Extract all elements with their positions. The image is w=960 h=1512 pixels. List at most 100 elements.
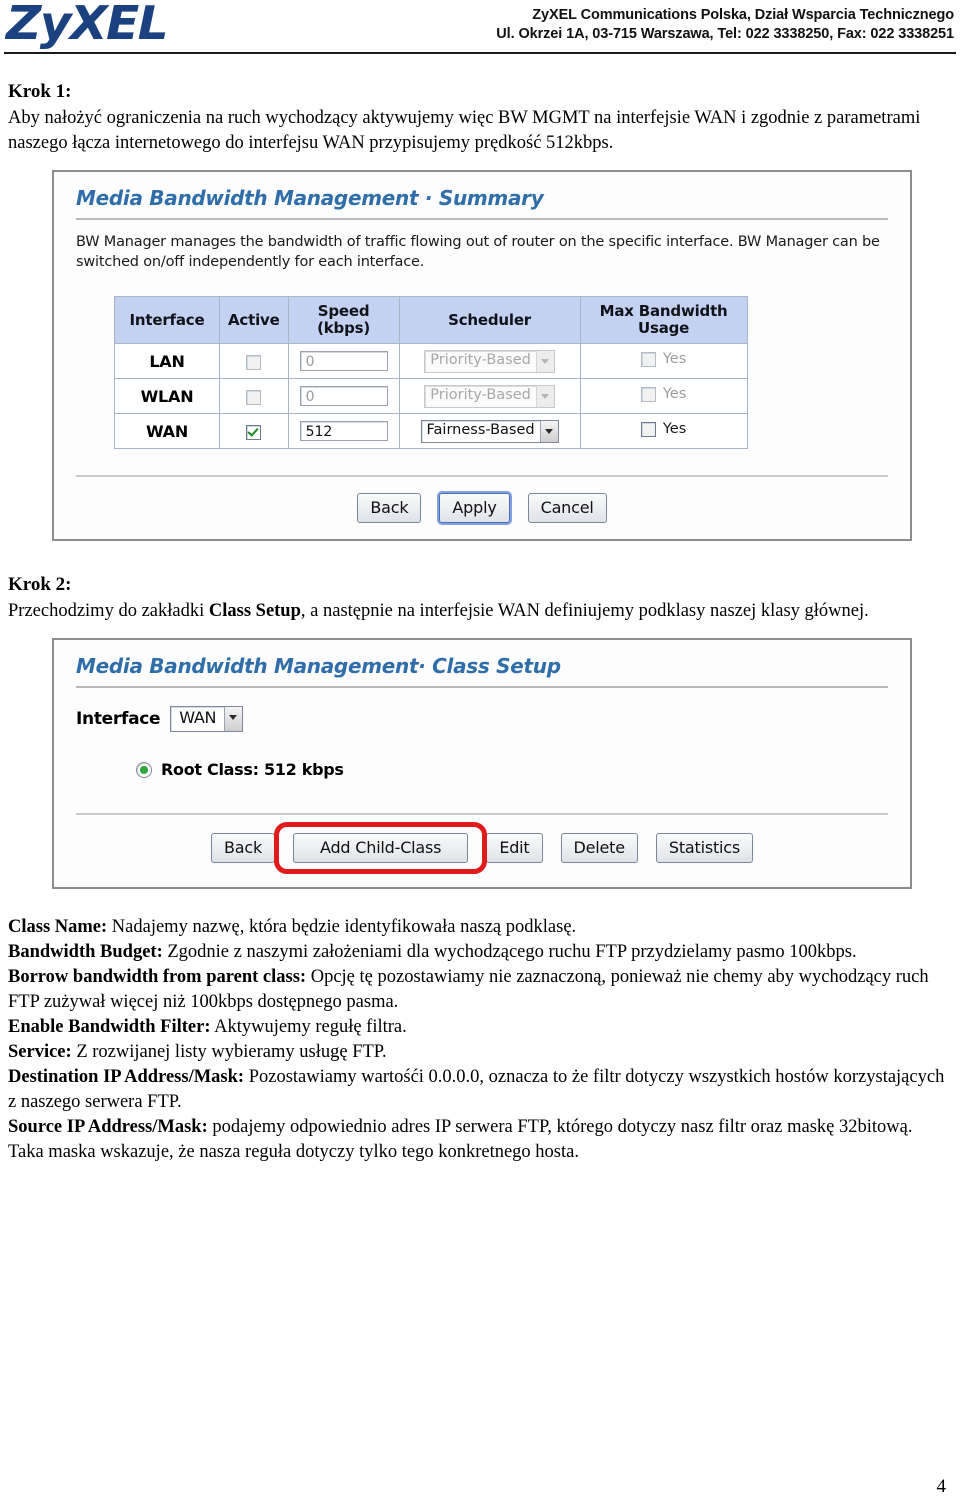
step-1-body: Aby nałożyć ograniczenia na ruch wychodz… — [8, 108, 921, 153]
letterhead: ZyXEL ZyXEL Communications Polska, Dział… — [0, 0, 960, 56]
chevron-down-icon — [539, 420, 558, 442]
summary-description: BW Manager manages the bandwidth of traf… — [76, 234, 880, 270]
header-divider — [4, 52, 956, 54]
max-bandwidth-yes-wan[interactable]: Yes — [640, 421, 687, 438]
row-interface-wlan: WLAN — [114, 378, 220, 414]
definition-destination-ip: Destination IP Address/Mask: Pozostawiam… — [8, 1065, 952, 1115]
speed-input-wan[interactable]: 512 — [299, 421, 388, 441]
delete-button[interactable]: Delete — [560, 833, 638, 863]
interface-row: Interface WAN — [76, 706, 888, 732]
max-bandwidth-yes-wlan[interactable]: Yes — [640, 386, 687, 403]
step-2-heading: Krok 2: — [8, 574, 72, 595]
max-bandwidth-label-lan: Yes — [662, 351, 687, 368]
definition-enable-bandwidth-filter: Enable Bandwidth Filter: Aktywujemy regu… — [8, 1015, 952, 1040]
summary-title-divider — [76, 218, 888, 220]
bandwidth-table-header-row: Interface Active Speed (kbps) Scheduler … — [114, 296, 748, 344]
class-setup-button-row: Back Add Child-Class Edit Delete Statist… — [76, 822, 888, 874]
scheduler-value-wlan: Priority-Based — [430, 386, 531, 403]
header-scheduler: Scheduler — [398, 296, 581, 344]
summary-title: Media Bandwidth Management · Summary — [76, 186, 544, 210]
header-speed: Speed (kbps) — [287, 296, 400, 344]
summary-button-row: Back Apply Cancel — [76, 493, 888, 523]
cell-speed-wlan[interactable]: 0 — [287, 378, 400, 414]
company-name-line: ZyXEL Communications Polska, Dział Wspar… — [532, 7, 954, 23]
definition-term: Destination IP Address/Mask: — [8, 1067, 245, 1087]
interface-select-value: WAN — [179, 708, 217, 727]
row-interface-lan: LAN — [114, 343, 220, 379]
definition-text: Z rozwijanej listy wybieramy usługę FTP. — [71, 1042, 387, 1062]
cell-active-lan[interactable] — [219, 343, 289, 379]
scheduler-select-lan[interactable]: Priority-Based — [424, 349, 555, 373]
definition-term: Bandwidth Budget: — [8, 942, 163, 962]
class-setup-title-divider — [76, 686, 888, 688]
definition-text: Aktywujemy regułę filtra. — [210, 1017, 407, 1037]
cell-active-wlan[interactable] — [219, 378, 289, 414]
chevron-down-icon — [535, 385, 554, 407]
speed-input-lan[interactable]: 0 — [299, 351, 388, 371]
table-row: WAN 512 Fairness-Based Yes — [114, 413, 748, 449]
definition-text: Zgodnie z naszymi założeniami dla wychod… — [162, 942, 857, 962]
header-max-bandwidth-usage: Max Bandwidth Usage — [579, 296, 748, 344]
chevron-down-icon — [535, 350, 554, 372]
company-address-block: ZyXEL Communications Polska, Dział Wspar… — [496, 6, 954, 44]
zyxel-logo: ZyXEL — [6, 0, 169, 50]
max-bandwidth-label-wan: Yes — [662, 421, 687, 438]
definition-service: Service: Z rozwijanej listy wybieramy us… — [8, 1040, 952, 1065]
definition-source-ip: Source IP Address/Mask: podajemy odpowie… — [8, 1115, 952, 1165]
chevron-down-icon — [224, 707, 243, 731]
back-button[interactable]: Back — [210, 833, 276, 863]
statistics-button[interactable]: Statistics — [655, 833, 754, 863]
definitions-list: Class Name: Nadajemy nazwę, która będzie… — [8, 915, 952, 1165]
scheduler-value-lan: Priority-Based — [430, 351, 531, 368]
cell-scheduler-wan[interactable]: Fairness-Based — [398, 413, 581, 449]
table-row: LAN 0 Priority-Based Yes — [114, 343, 748, 379]
cancel-button[interactable]: Cancel — [527, 493, 607, 523]
page-number: 4 — [936, 1476, 947, 1497]
back-button[interactable]: Back — [357, 493, 422, 523]
interface-select[interactable]: WAN — [170, 706, 244, 732]
cell-max-bandwidth-wlan[interactable]: Yes — [579, 378, 748, 414]
summary-footer-divider — [76, 475, 888, 477]
scheduler-select-wlan[interactable]: Priority-Based — [424, 384, 555, 408]
max-bandwidth-checkbox-wlan[interactable] — [640, 386, 656, 402]
cell-scheduler-lan[interactable]: Priority-Based — [398, 343, 581, 379]
max-bandwidth-yes-lan[interactable]: Yes — [640, 351, 687, 368]
max-bandwidth-checkbox-lan[interactable] — [640, 351, 656, 367]
definition-bandwidth-budget: Bandwidth Budget: Zgodnie z naszymi zało… — [8, 940, 952, 965]
max-bandwidth-checkbox-wan[interactable] — [640, 421, 656, 437]
step-1-heading: Krok 1: — [8, 81, 72, 102]
apply-button[interactable]: Apply — [439, 493, 510, 523]
step-2-body-part2: , a następnie na interfejsie WAN definiu… — [300, 601, 869, 621]
cell-max-bandwidth-lan[interactable]: Yes — [579, 343, 748, 379]
class-setup-title: Media Bandwidth Management· Class Setup — [76, 654, 561, 678]
speed-input-wlan[interactable]: 0 — [299, 386, 388, 406]
definition-text: Nadajemy nazwę, która będzie identyfikow… — [107, 917, 577, 937]
scheduler-select-wan[interactable]: Fairness-Based — [420, 419, 559, 443]
definition-class-name: Class Name: Nadajemy nazwę, która będzie… — [8, 915, 952, 940]
definition-borrow-bandwidth: Borrow bandwidth from parent class: Opcj… — [8, 965, 952, 1015]
edit-button[interactable]: Edit — [486, 833, 543, 863]
cell-scheduler-wlan[interactable]: Priority-Based — [398, 378, 581, 414]
cell-active-wan[interactable] — [219, 413, 289, 449]
root-class-label: Root Class: 512 kbps — [161, 760, 344, 779]
root-class-row[interactable]: Root Class: 512 kbps — [136, 760, 888, 779]
root-class-radio[interactable] — [136, 761, 152, 778]
active-checkbox-wan[interactable] — [246, 424, 262, 440]
definition-term: Enable Bandwidth Filter: — [8, 1017, 211, 1037]
definition-term: Borrow bandwidth from parent class: — [8, 967, 307, 987]
cell-max-bandwidth-wan[interactable]: Yes — [579, 413, 748, 449]
max-bandwidth-label-wlan: Yes — [662, 386, 687, 403]
definition-term: Source IP Address/Mask: — [8, 1117, 208, 1137]
cell-speed-lan[interactable]: 0 — [287, 343, 400, 379]
active-checkbox-wlan[interactable] — [246, 389, 262, 405]
cell-speed-wan[interactable]: 512 — [287, 413, 400, 449]
add-child-class-button[interactable]: Add Child-Class — [293, 833, 469, 863]
table-row: WLAN 0 Priority-Based Yes — [114, 378, 748, 414]
header-active: Active — [219, 296, 289, 344]
active-checkbox-lan[interactable] — [246, 354, 262, 370]
definition-term: Service: — [8, 1042, 72, 1062]
row-interface-wan: WAN — [114, 413, 220, 449]
step-2-body-part1: Przechodzimy do zakładki — [8, 601, 209, 621]
class-setup-footer-divider — [76, 813, 888, 815]
class-setup-screenshot: Media Bandwidth Management· Class Setup … — [52, 638, 912, 889]
